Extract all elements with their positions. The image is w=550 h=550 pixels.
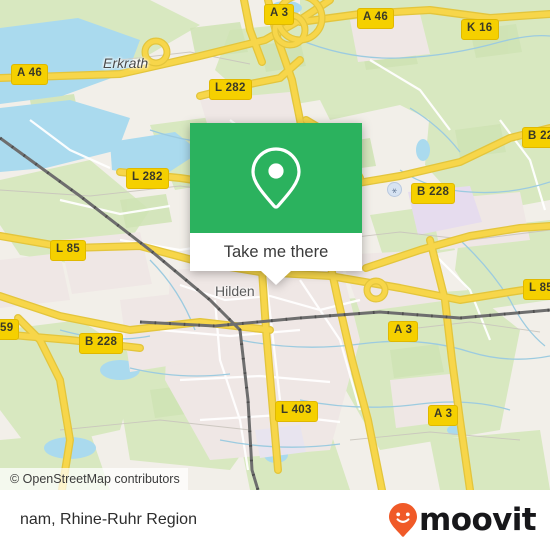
take-me-there-popup[interactable]: Take me there — [190, 123, 362, 285]
take-me-there-button[interactable]: Take me there — [190, 233, 362, 271]
road-shield-l403[interactable]: L 403 — [275, 401, 318, 422]
road-shield-59[interactable]: 59 — [0, 319, 20, 340]
moovit-logo[interactable]: moovit — [388, 501, 537, 538]
road-shield-l282-west[interactable]: L 282 — [126, 168, 169, 189]
road-shield-k16[interactable]: K 16 — [461, 19, 499, 40]
transit-poi-icon: ⚹ — [387, 182, 402, 197]
map-pin-icon — [248, 145, 304, 211]
place-label-hilden: Hilden — [215, 283, 255, 299]
popup-image-area — [190, 123, 362, 233]
moovit-wordmark: moovit — [419, 501, 537, 538]
road-shield-l282-north[interactable]: L 282 — [209, 79, 252, 100]
location-title: nam, Rhine-Ruhr Region — [20, 511, 197, 528]
road-shield-b228-center[interactable]: B 228 — [411, 183, 456, 204]
place-label-erkrath: Erkrath — [103, 55, 149, 71]
road-shield-a3-east[interactable]: A 3 — [388, 321, 419, 342]
popup-tail — [261, 271, 291, 285]
osm-attribution[interactable]: © OpenStreetMap contributors — [0, 468, 188, 490]
road-shield-b228-east[interactable]: B 228 — [522, 127, 550, 148]
road-shield-a3-south[interactable]: A 3 — [428, 405, 459, 426]
road-shield-b228-south[interactable]: B 228 — [79, 333, 124, 354]
bottom-bar: nam, Rhine-Ruhr Region moovit — [0, 490, 550, 550]
moovit-pin-icon — [388, 502, 418, 538]
road-shield-a46-north[interactable]: A 46 — [357, 8, 395, 29]
road-shield-l85-east[interactable]: L 85 — [523, 279, 550, 300]
road-shield-l85-west[interactable]: L 85 — [50, 240, 87, 261]
map-screenshot: ⚹ Erkrath Hilden A 3 A 46 K 16 A 46 L 28… — [0, 0, 550, 550]
road-shield-a3-north[interactable]: A 3 — [264, 4, 295, 25]
road-shield-a46-west[interactable]: A 46 — [11, 64, 49, 85]
